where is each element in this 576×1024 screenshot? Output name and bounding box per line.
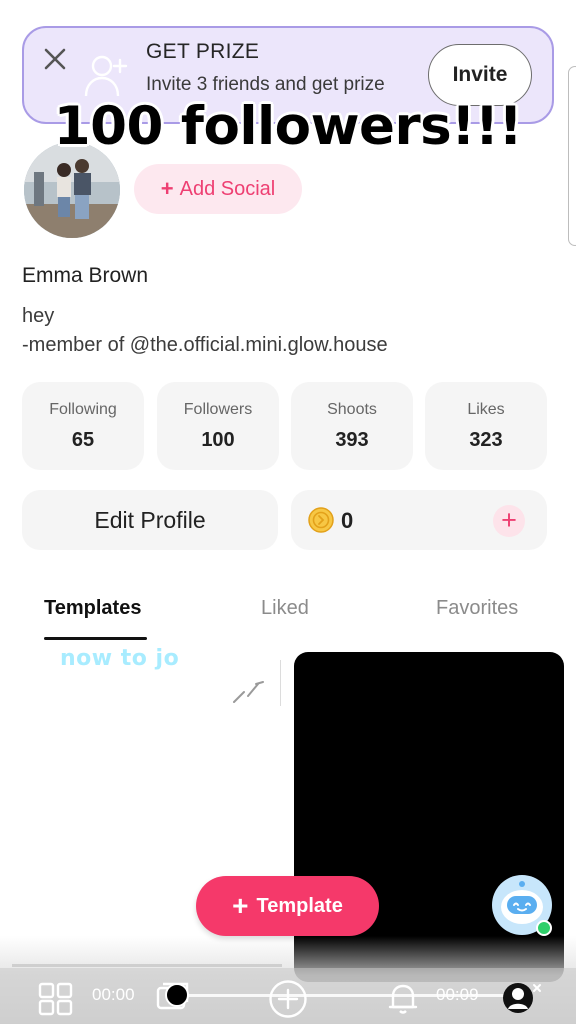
tab-liked[interactable]: Liked <box>261 597 309 620</box>
profile-icon[interactable] <box>502 981 542 1020</box>
video-progress-line <box>12 964 282 967</box>
stat-value: 100 <box>201 429 235 451</box>
stat-label: Shoots <box>327 401 377 418</box>
online-status-dot <box>536 920 552 936</box>
time-current: 00:00 <box>92 985 135 1004</box>
add-user-icon <box>82 52 130 100</box>
time-total: 00:09 <box>436 985 479 1004</box>
coin-icon <box>308 507 334 533</box>
seek-knob[interactable] <box>165 983 189 1007</box>
edit-profile-button[interactable]: Edit Profile <box>22 490 278 550</box>
stat-value: 393 <box>335 429 369 451</box>
divider <box>280 660 281 706</box>
stat-shoots[interactable]: Shoots 393 <box>291 382 413 470</box>
stat-label: Followers <box>183 401 253 418</box>
tab-favorites[interactable]: Favorites <box>436 597 518 620</box>
stat-label: Likes <box>467 401 505 418</box>
video-overlay-caption: 100 followers!!! <box>53 96 523 157</box>
stat-value: 65 <box>71 429 95 451</box>
banner-title: GET PRIZE <box>146 40 260 63</box>
plus-icon: + <box>232 890 249 921</box>
tab-templates[interactable]: Templates <box>44 597 141 620</box>
bio-line: -member of @the.official.mini.glow.house <box>22 334 388 356</box>
active-tab-indicator <box>44 637 147 640</box>
sparkle-icon <box>230 676 268 706</box>
coin-balance-card[interactable]: 0 + <box>291 490 547 550</box>
stat-label: Following <box>49 401 117 418</box>
profile-name: Emma Brown <box>22 264 149 287</box>
add-circle-icon[interactable] <box>268 979 308 1024</box>
plus-icon: + <box>160 176 174 201</box>
grid-icon[interactable] <box>38 982 74 1021</box>
coin-balance: 0 <box>341 508 354 533</box>
add-coins-button[interactable]: + <box>493 505 525 537</box>
stat-likes[interactable]: Likes 323 <box>425 382 547 470</box>
template-button-label: Template <box>256 894 343 917</box>
add-social-button[interactable]: + Add Social <box>134 164 302 214</box>
stat-following[interactable]: Following 65 <box>22 382 144 470</box>
stat-value: 323 <box>469 429 503 451</box>
template-tile-text: now to jo <box>60 646 180 671</box>
create-template-button[interactable]: + Template <box>196 876 379 936</box>
stat-followers[interactable]: Followers 100 <box>157 382 279 470</box>
close-icon[interactable] <box>40 44 70 74</box>
bell-icon[interactable] <box>387 981 419 1020</box>
bio-line: hey <box>22 305 55 327</box>
add-social-label: Add Social <box>179 177 276 200</box>
